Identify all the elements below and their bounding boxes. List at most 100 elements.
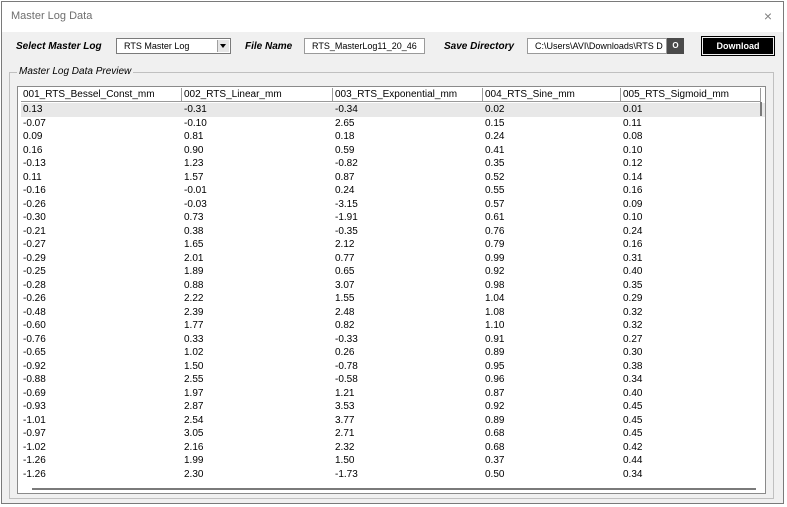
table-row[interactable]: -0.69 1.97 1.21 0.87 0.40 (21, 387, 765, 401)
column-header[interactable]: 004_RTS_Sine_mm (483, 88, 621, 102)
table-row[interactable]: -0.88 2.55 -0.58 0.96 0.34 (21, 373, 765, 387)
table-cell: 0.35 (485, 158, 505, 169)
table-row[interactable]: -0.97 3.05 2.71 0.68 0.45 (21, 427, 765, 441)
horizontal-scroll-thumb[interactable] (32, 488, 756, 490)
table-cell: 0.89 (485, 414, 505, 426)
table-cell: -0.35 (335, 225, 358, 237)
table-row[interactable]: -0.26 -0.03 -3.15 0.57 0.09 (21, 198, 765, 212)
table-cell: 0.30 (623, 347, 643, 358)
table-row[interactable]: -1.01 2.54 3.77 0.89 0.45 (21, 414, 765, 428)
table-cell: -0.65 (23, 347, 46, 358)
window-title: Master Log Data (11, 10, 93, 22)
table-cell: 0.34 (623, 468, 643, 480)
table-cell: 0.95 (485, 360, 505, 372)
table-row[interactable]: -0.26 2.22 1.55 1.04 0.29 (21, 292, 765, 306)
table-cell: 0.40 (623, 387, 643, 399)
table-row[interactable]: -1.26 2.30 -1.73 0.50 0.34 (21, 468, 765, 482)
table-row[interactable]: 0.13 -0.31 -0.34 0.02 0.01 (21, 103, 765, 117)
table-cell: -0.82 (335, 158, 358, 169)
table-row[interactable]: -0.93 2.87 3.53 0.92 0.45 (21, 400, 765, 414)
table-cell: -0.01 (184, 185, 207, 196)
table-cell: -0.92 (23, 360, 46, 372)
column-header[interactable]: 003_RTS_Exponential_mm (333, 88, 483, 102)
table-row[interactable]: -1.02 2.16 2.32 0.68 0.42 (21, 441, 765, 455)
table-cell: 2.87 (184, 401, 204, 412)
table-cell: -0.58 (335, 374, 358, 385)
table-cell: 0.92 (485, 266, 505, 277)
table-cell: -0.48 (23, 306, 46, 318)
table-row[interactable]: -0.48 2.39 2.48 1.08 0.32 (21, 306, 765, 320)
table-cell: 0.34 (623, 374, 643, 385)
master-log-dropdown[interactable]: RTS Master Log (116, 38, 231, 54)
table-cell: 0.38 (623, 360, 643, 372)
table-cell: 1.21 (335, 387, 355, 399)
table-row[interactable]: -0.21 0.38 -0.35 0.76 0.24 (21, 225, 765, 239)
table-row[interactable]: -0.13 1.23 -0.82 0.35 0.12 (21, 157, 765, 171)
table-row[interactable]: -0.60 1.77 0.82 1.10 0.32 (21, 319, 765, 333)
table-row[interactable]: -0.27 1.65 2.12 0.79 0.16 (21, 238, 765, 252)
table-cell: 0.76 (485, 225, 505, 237)
table-cell: -0.93 (23, 401, 46, 412)
table-row[interactable]: -1.26 1.99 1.50 0.37 0.44 (21, 454, 765, 468)
table-row[interactable]: -0.16 -0.01 0.24 0.55 0.16 (21, 184, 765, 198)
table-cell: 1.65 (184, 239, 204, 250)
table-cell: 0.01 (623, 104, 643, 115)
vertical-scroll-thumb[interactable] (760, 102, 762, 116)
table-cell: 1.89 (184, 266, 204, 277)
table-row[interactable]: -0.28 0.88 3.07 0.98 0.35 (21, 279, 765, 293)
save-directory-field[interactable]: C:\Users\AVI\Downloads\RTS D (527, 38, 667, 54)
table-row[interactable]: -0.92 1.50 -0.78 0.95 0.38 (21, 360, 765, 374)
column-header[interactable]: 001_RTS_Bessel_Const_mm (21, 88, 182, 102)
table-cell: 0.45 (623, 428, 643, 439)
table-cell: -0.27 (23, 239, 46, 250)
table-row[interactable]: -0.76 0.33 -0.33 0.91 0.27 (21, 333, 765, 347)
table-cell: 0.96 (485, 374, 505, 385)
data-preview-grid[interactable]: 001_RTS_Bessel_Const_mm 002_RTS_Linear_m… (17, 86, 766, 494)
table-cell: 1.08 (485, 306, 505, 318)
browse-folder-button[interactable]: O (667, 38, 684, 54)
table-cell: 3.05 (184, 428, 204, 439)
table-cell: -0.28 (23, 279, 46, 291)
table-row[interactable]: -0.30 0.73 -1.91 0.61 0.10 (21, 211, 765, 225)
table-row[interactable]: -0.65 1.02 0.26 0.89 0.30 (21, 346, 765, 360)
table-cell: 2.22 (184, 293, 204, 304)
table-cell: 2.55 (184, 374, 204, 385)
table-cell: 2.48 (335, 306, 355, 318)
table-cell: -1.26 (23, 455, 46, 466)
table-cell: -0.03 (184, 198, 207, 210)
table-row[interactable]: 0.11 1.57 0.87 0.52 0.14 (21, 171, 765, 185)
table-cell: 0.35 (623, 279, 643, 291)
table-row[interactable]: 0.16 0.90 0.59 0.41 0.10 (21, 144, 765, 158)
table-row[interactable]: -0.25 1.89 0.65 0.92 0.40 (21, 265, 765, 279)
vertical-scrollbar[interactable] (756, 102, 764, 482)
table-row[interactable]: -0.07 -0.10 2.65 0.15 0.11 (21, 117, 765, 131)
table-cell: 0.11 (623, 117, 642, 129)
horizontal-scrollbar[interactable] (18, 484, 765, 494)
table-cell: 1.50 (335, 455, 355, 466)
table-cell: 0.61 (485, 212, 505, 223)
table-cell: -0.07 (23, 117, 46, 129)
file-name-field[interactable]: RTS_MasterLog11_20_46 (304, 38, 425, 54)
table-cell: -0.26 (23, 293, 46, 304)
column-header[interactable]: 005_RTS_Sigmoid_mm (621, 88, 761, 102)
table-row[interactable]: 0.09 0.81 0.18 0.24 0.08 (21, 130, 765, 144)
save-directory-label: Save Directory (444, 41, 515, 52)
grid-body: 0.13 -0.31 -0.34 0.02 0.01 -0.07 -0.10 2.65 0.15… (21, 103, 765, 482)
column-header[interactable]: 002_RTS_Linear_mm (182, 88, 333, 102)
table-cell: -0.34 (335, 104, 358, 115)
table-cell: -3.15 (335, 198, 358, 210)
table-cell: -1.91 (335, 212, 358, 223)
table-cell: -0.78 (335, 360, 358, 372)
table-cell: 1.97 (184, 387, 204, 399)
title-bar: Master Log Data × (2, 2, 783, 32)
close-icon[interactable]: × (759, 7, 777, 25)
table-cell: 0.91 (485, 333, 505, 345)
table-cell: 0.52 (485, 171, 505, 183)
table-cell: 1.04 (485, 293, 505, 304)
table-cell: 1.50 (184, 360, 204, 372)
chevron-down-icon[interactable] (217, 40, 229, 52)
table-cell: 0.24 (623, 225, 643, 237)
table-cell: -0.25 (23, 266, 46, 277)
download-button[interactable]: Download (701, 36, 775, 56)
table-row[interactable]: -0.29 2.01 0.77 0.99 0.31 (21, 252, 765, 266)
